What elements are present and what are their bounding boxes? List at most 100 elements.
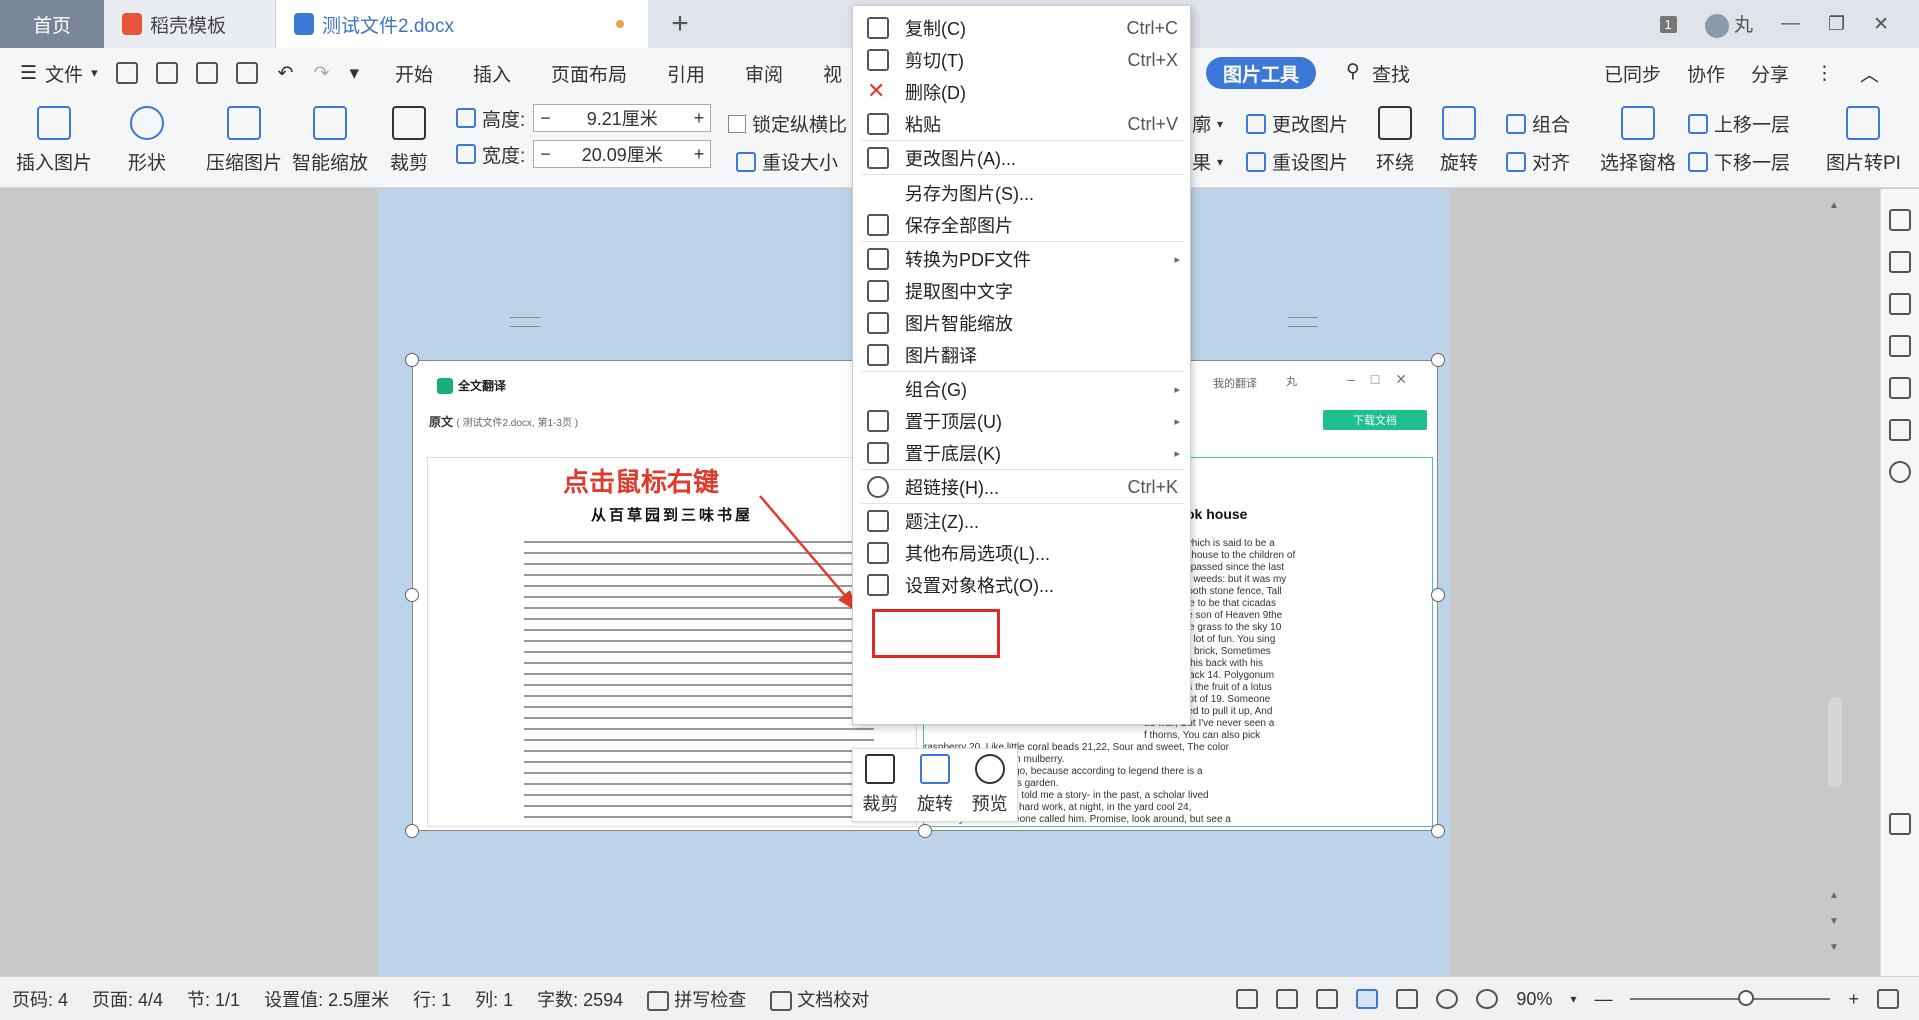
resize-handle-tl[interactable] <box>405 353 419 367</box>
menu-smart-scale[interactable]: 图片智能缩放 <box>853 307 1192 339</box>
zoom-level[interactable]: 90% <box>1516 989 1552 1010</box>
resize-handle-br[interactable] <box>1431 824 1445 838</box>
list-icon[interactable] <box>1889 377 1911 399</box>
eye-protect-icon[interactable] <box>1476 989 1499 1009</box>
format-painter-icon[interactable] <box>155 62 178 84</box>
menu-view[interactable]: 视 <box>823 60 842 87</box>
menu-format-object[interactable]: 设置对象格式(O)... <box>853 569 1192 601</box>
mini-preview-button[interactable]: 预览 <box>972 754 1008 816</box>
menu-to-top[interactable]: 置于顶层(U) ▸ <box>853 405 1192 437</box>
chevron-down-icon[interactable]: ▾ <box>91 65 98 81</box>
insert-picture-button[interactable]: 插入图片 <box>16 106 92 175</box>
compress-button[interactable]: 压缩图片 <box>206 106 282 175</box>
reset-size-button[interactable]: 重设大小 <box>736 148 838 175</box>
menu-file[interactable]: 文件 <box>45 60 83 87</box>
menu-translate[interactable]: 图片翻译 <box>853 339 1192 371</box>
crop-button[interactable]: 裁剪 <box>390 106 428 175</box>
print-preview-icon[interactable] <box>235 62 258 84</box>
height-decrement[interactable]: − <box>540 108 551 129</box>
menu-save-all[interactable]: 保存全部图片 <box>853 209 1192 241</box>
effect-button[interactable]: 果 ▾ <box>1192 148 1223 175</box>
wrap-button[interactable]: 环绕 <box>1376 106 1414 175</box>
proofread-button[interactable]: 文档校对 <box>770 986 869 1012</box>
outline-view-icon[interactable] <box>1396 989 1419 1009</box>
pic-to-pdf-button[interactable]: 图片转PI <box>1826 106 1901 175</box>
pen-icon[interactable] <box>1316 989 1339 1009</box>
resize-handle-b[interactable] <box>918 824 932 838</box>
collapse-ribbon-icon[interactable]: ︿ <box>1860 60 1879 87</box>
page-view-icon[interactable] <box>1356 989 1379 1009</box>
menu-to-pdf[interactable]: 转换为PDF文件 ▸ <box>853 243 1192 275</box>
minimize-icon[interactable]: — <box>1781 13 1800 35</box>
zoom-out-icon[interactable]: — <box>1594 989 1612 1010</box>
scroll-up-icon[interactable]: ▲ <box>1829 200 1839 211</box>
fullscreen-icon[interactable] <box>1236 989 1259 1009</box>
user-area[interactable]: 丸 <box>1704 10 1753 38</box>
page-up-icon[interactable]: ▲ <box>1829 890 1839 901</box>
collaborate-button[interactable]: 协作 <box>1687 60 1725 87</box>
align-button[interactable]: 对齐 <box>1506 148 1570 175</box>
adjust-sliders-icon[interactable] <box>1889 293 1911 315</box>
tab-picture-tools[interactable]: 图片工具 <box>1206 57 1316 89</box>
menu-copy[interactable]: 复制(C) Ctrl+C <box>853 12 1192 44</box>
menu-delete[interactable]: ✕ 删除(D) <box>853 76 1192 108</box>
vertical-scrollbar[interactable]: ▲ ▲ ▼ ▼ <box>1826 200 1844 970</box>
menu-layout-options[interactable]: 其他布局选项(L)... <box>853 537 1192 569</box>
menu-cut[interactable]: 剪切(T) Ctrl+X <box>853 44 1192 76</box>
change-picture-button[interactable]: 更改图片 <box>1246 110 1348 137</box>
resize-handle-bl[interactable] <box>405 824 419 838</box>
group-button[interactable]: 组合 <box>1506 110 1570 137</box>
undo-icon[interactable]: ↶ <box>278 62 294 85</box>
lock-ratio-checkbox[interactable]: 锁定纵横比 <box>728 110 847 137</box>
print-icon[interactable] <box>195 62 218 84</box>
menu-insert[interactable]: 插入 <box>473 60 511 87</box>
outline-button[interactable]: 廓 ▾ <box>1192 110 1223 137</box>
menu-caption[interactable]: 题注(Z)... <box>853 505 1192 537</box>
shape-button[interactable]: 形状 <box>128 106 166 175</box>
width-decrement[interactable]: − <box>540 144 551 165</box>
menu-extract-text[interactable]: 提取图中文字 <box>853 275 1192 307</box>
status-setting[interactable]: 设置值: 2.5厘米 <box>264 986 389 1012</box>
restore-icon[interactable]: ❐ <box>1828 13 1845 36</box>
zoom-in-icon[interactable]: + <box>1848 989 1859 1010</box>
edit-pen-icon[interactable] <box>1889 209 1911 231</box>
close-icon[interactable]: ✕ <box>1873 13 1889 36</box>
sync-status[interactable]: 已同步 <box>1604 60 1661 87</box>
status-pages[interactable]: 页面: 4/4 <box>92 986 163 1012</box>
window-count-badge[interactable]: 1 <box>1659 15 1677 33</box>
menu-review[interactable]: 审阅 <box>745 60 783 87</box>
grid-apps-icon[interactable] <box>1889 813 1911 835</box>
height-input[interactable]: − 9.21厘米 + <box>533 104 712 132</box>
resize-handle-tr[interactable] <box>1431 353 1445 367</box>
resize-handle-l[interactable] <box>405 588 419 602</box>
resize-handle-r[interactable] <box>1431 588 1445 602</box>
reset-picture-button[interactable]: 重设图片 <box>1246 148 1348 175</box>
menu-home[interactable]: 开始 <box>395 60 433 87</box>
status-row[interactable]: 行: 1 <box>413 986 451 1012</box>
mini-rotate-button[interactable]: 旋转 <box>917 754 953 816</box>
tab-home[interactable]: 首页 <box>0 0 104 48</box>
read-mode-icon[interactable] <box>1276 989 1299 1009</box>
image-icon[interactable] <box>1889 419 1911 441</box>
more-icon[interactable]: ⋮ <box>1815 62 1834 85</box>
status-section[interactable]: 节: 1/1 <box>187 986 240 1012</box>
zoom-slider-knob[interactable] <box>1738 990 1755 1006</box>
web-view-icon[interactable] <box>1436 989 1459 1009</box>
share-button[interactable]: 分享 <box>1751 60 1789 87</box>
menu-search[interactable]: 查找 <box>1372 60 1410 87</box>
select-pane-button[interactable]: 选择窗格 <box>1600 106 1676 175</box>
fit-page-icon[interactable] <box>1877 989 1899 1009</box>
save-icon[interactable] <box>115 62 138 84</box>
bring-forward-button[interactable]: 上移一层 <box>1688 110 1790 137</box>
hamburger-icon[interactable]: ☰ <box>20 62 37 85</box>
menu-paste[interactable]: 粘贴 Ctrl+V <box>853 108 1192 140</box>
menu-to-bottom[interactable]: 置于底层(K) ▸ <box>853 437 1192 469</box>
spellcheck-button[interactable]: 拼写检查 <box>647 986 746 1012</box>
tab-document[interactable]: 测试文件2.docx <box>276 0 648 48</box>
redo-icon[interactable]: ↷ <box>314 62 330 85</box>
scroll-thumb[interactable] <box>1828 697 1842 787</box>
more-quick-icon[interactable]: ▾ <box>349 62 359 85</box>
width-input[interactable]: − 20.09厘米 + <box>533 140 712 168</box>
menu-layout[interactable]: 页面布局 <box>551 60 627 87</box>
rotate-button[interactable]: 旋转 <box>1440 106 1478 175</box>
